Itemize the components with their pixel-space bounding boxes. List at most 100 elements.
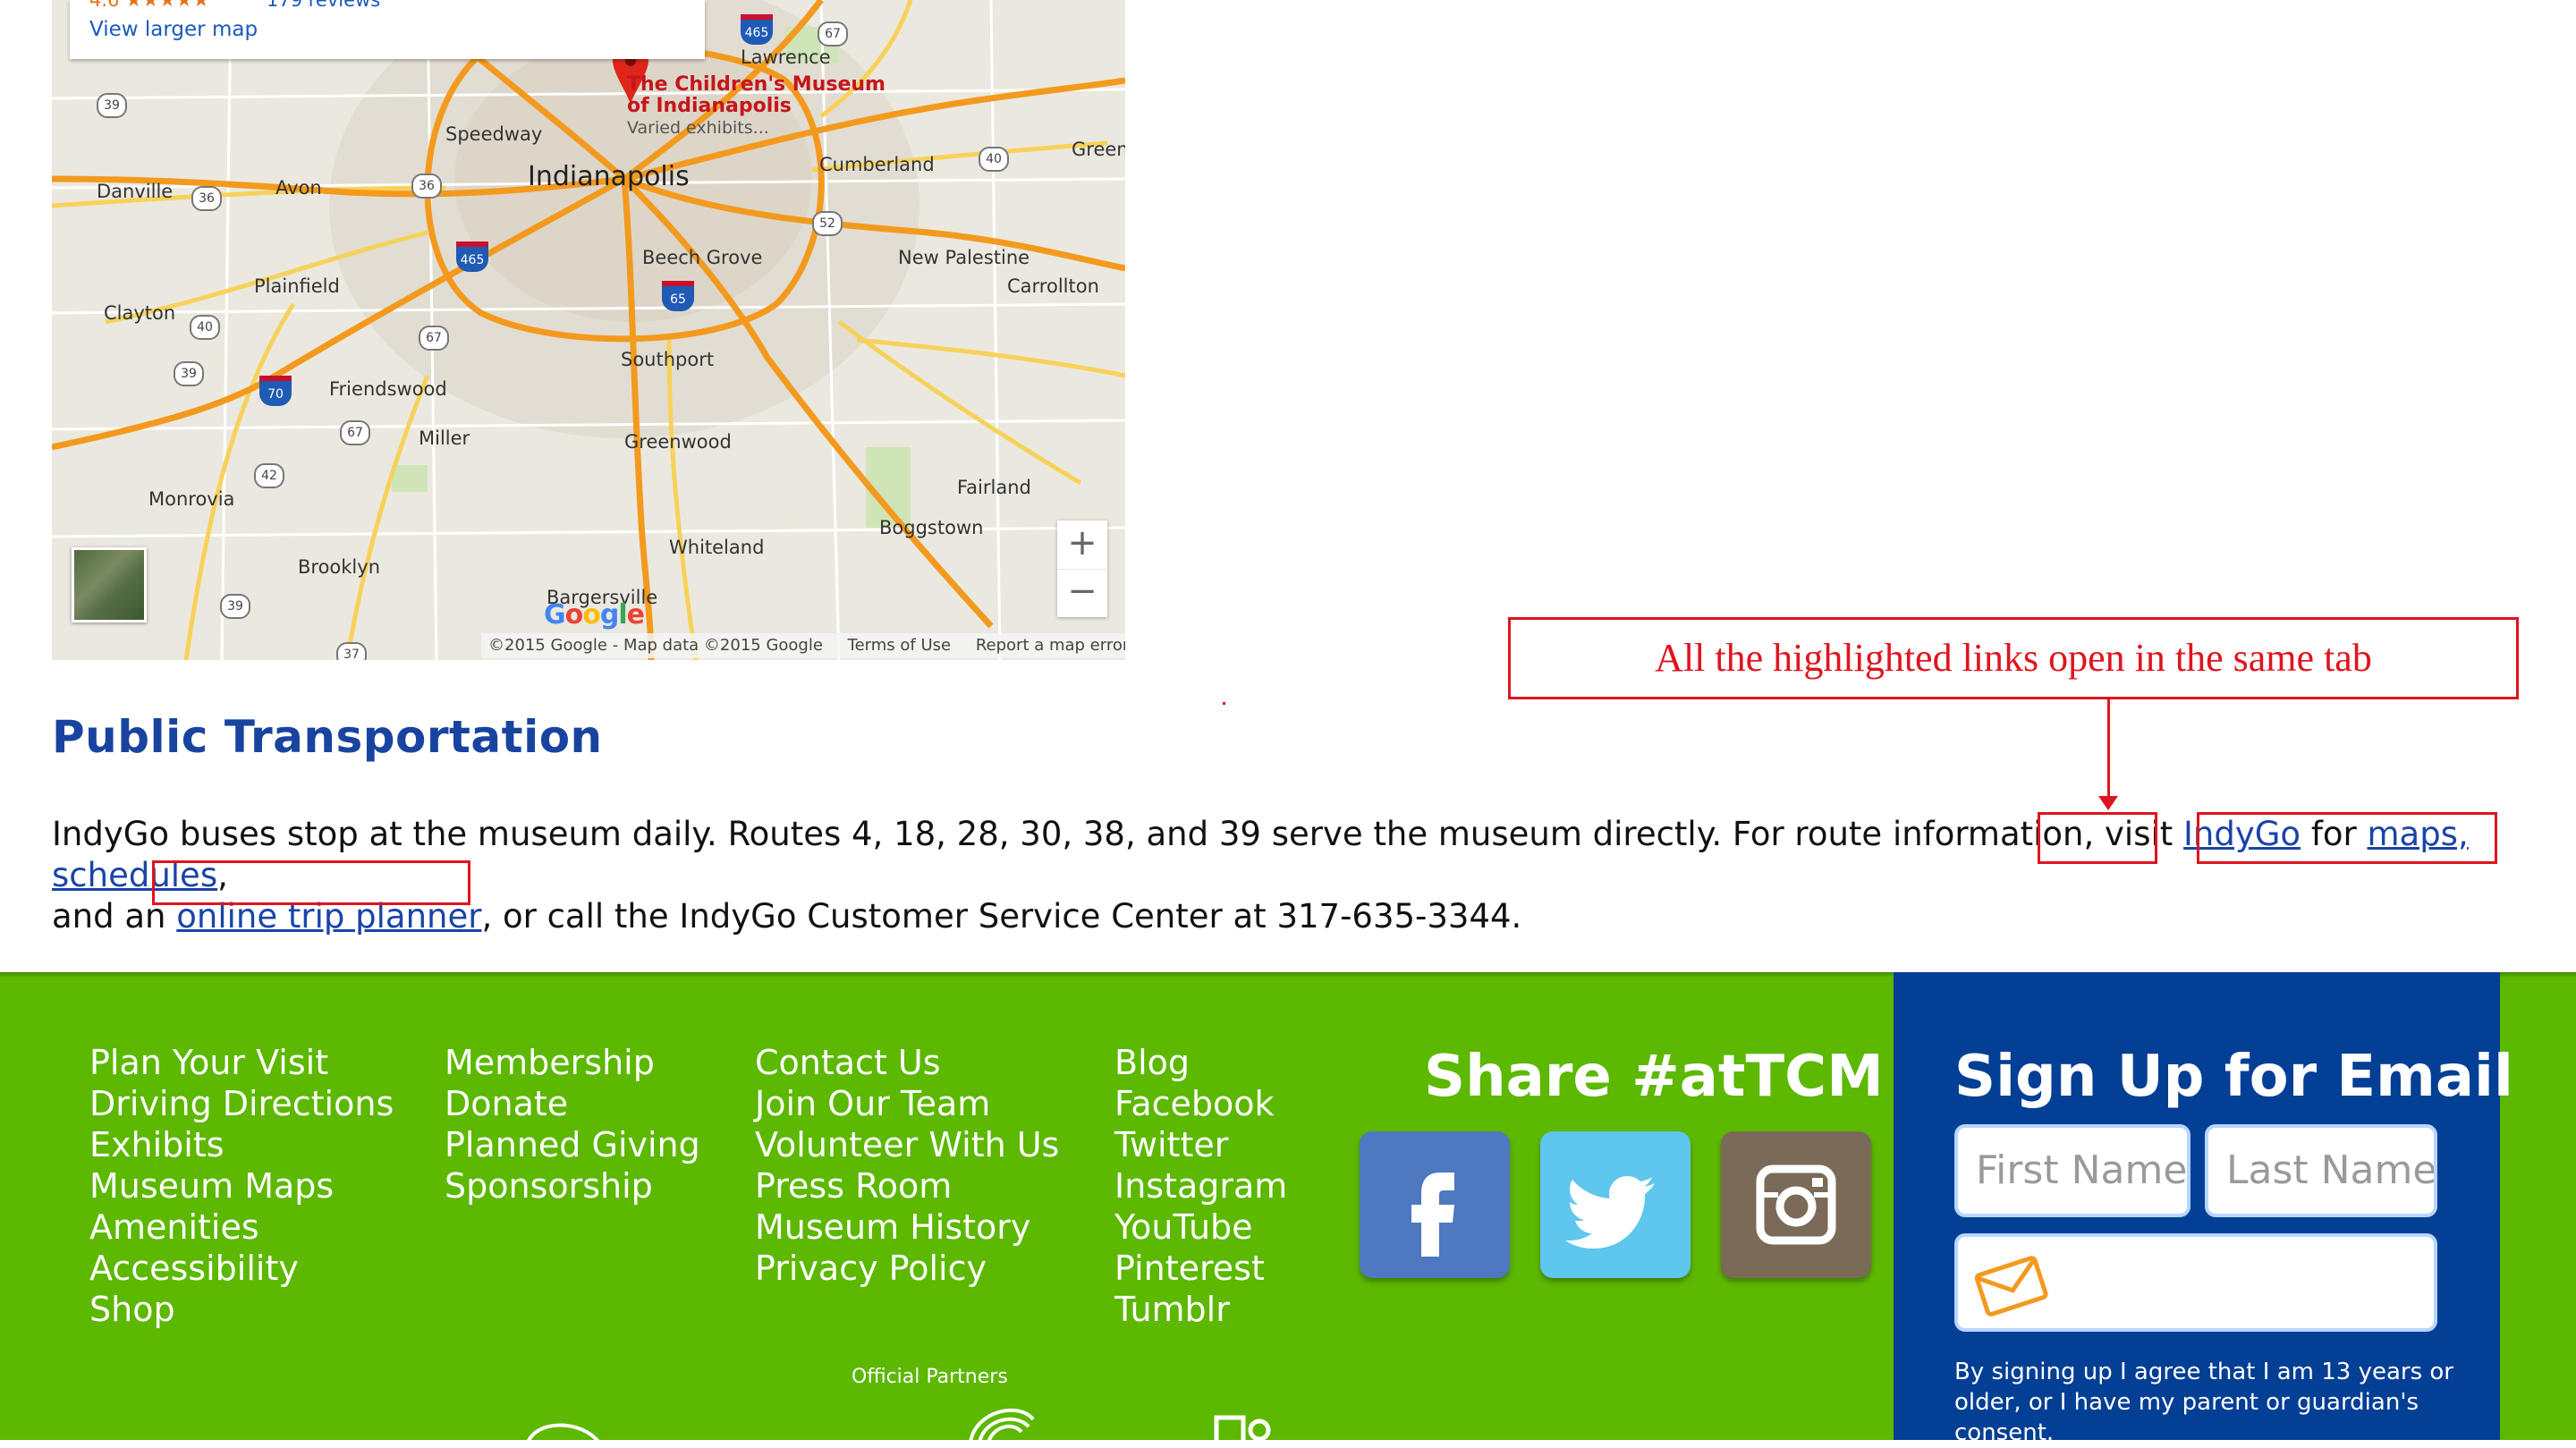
footer-link[interactable]: Privacy Policy xyxy=(755,1248,1059,1289)
paragraph-text: and an xyxy=(52,897,177,936)
facebook-icon xyxy=(1411,1173,1454,1257)
envelope-icon xyxy=(1974,1256,2048,1317)
twitter-icon xyxy=(1565,1176,1655,1249)
google-logo: Google xyxy=(544,599,645,631)
footer-link[interactable]: Volunteer With Us xyxy=(755,1124,1059,1165)
satellite-view-toggle[interactable] xyxy=(72,547,147,622)
footer-link[interactable]: YouTube xyxy=(1114,1207,1287,1248)
footer-column-visit: Plan Your Visit Driving Directions Exhib… xyxy=(89,1042,394,1330)
pin-title-line-1: The Children's Museum xyxy=(627,73,886,96)
route-shield-40-b: 40 xyxy=(190,315,220,340)
map-label-carrollton: Carrollton xyxy=(1007,275,1099,297)
map-label-boggstown: Boggstown xyxy=(879,517,984,538)
footer-link[interactable]: Accessibility xyxy=(89,1248,394,1289)
map-label-new-palestine: New Palestine xyxy=(898,247,1030,268)
map-label-speedway: Speedway xyxy=(445,123,543,145)
place-rating: 4.6 ★★★★★ xyxy=(89,0,210,11)
footer-link[interactable]: Twitter xyxy=(1114,1124,1287,1165)
view-larger-map-link[interactable]: View larger map xyxy=(89,18,258,41)
map-place-card: 4.6 ★★★★★ 179 reviews View larger map xyxy=(70,0,705,59)
site-footer: Plan Your Visit Driving Directions Exhib… xyxy=(0,972,2576,1446)
embedded-google-map[interactable]: Lawrence Speedway Indianapolis Cumberlan… xyxy=(52,0,1125,660)
map-label-indianapolis: Indianapolis xyxy=(528,161,690,192)
route-shield-39: 39 xyxy=(97,93,127,118)
footer-link[interactable]: Contact Us xyxy=(755,1042,1059,1083)
zoom-in-button[interactable]: + xyxy=(1057,521,1107,570)
partner-logo xyxy=(526,1423,601,1443)
paragraph-text: for xyxy=(2301,815,2368,853)
footer-link[interactable]: Shop xyxy=(89,1289,394,1330)
route-shield-67-c: 67 xyxy=(340,420,370,445)
last-name-field[interactable]: Last Name xyxy=(2205,1124,2437,1217)
annotation-arrowhead xyxy=(2098,796,2118,810)
footer-link[interactable]: Museum Maps xyxy=(89,1165,394,1207)
partner-logo xyxy=(969,1408,1035,1443)
footer-link[interactable]: Join Our Team xyxy=(755,1083,1059,1124)
route-shield-67-b: 67 xyxy=(419,326,449,351)
paragraph-text: IndyGo buses stop at the museum daily. R… xyxy=(52,815,2184,853)
footer-link[interactable]: Blog xyxy=(1114,1042,1287,1083)
footer-link[interactable]: Museum History xyxy=(755,1207,1059,1248)
footer-link[interactable]: Driving Directions xyxy=(89,1083,394,1124)
footer-link[interactable]: Tumblr xyxy=(1114,1289,1287,1330)
map-copyright: ©2015 Google - Map data ©2015 Google xyxy=(488,636,823,655)
route-shield-67: 67 xyxy=(818,21,848,47)
pin-title-line-2: of Indianapolis xyxy=(627,95,792,117)
paragraph-text: , xyxy=(217,856,228,894)
footer-link[interactable]: Amenities xyxy=(89,1207,394,1248)
map-label-danville: Danville xyxy=(97,181,174,202)
footer-link[interactable]: Press Room xyxy=(755,1165,1059,1207)
paragraph-text: , or call the IndyGo Customer Service Ce… xyxy=(481,897,1522,936)
indygo-link[interactable]: IndyGo xyxy=(2183,815,2301,853)
map-label-friendswood: Friendswood xyxy=(329,378,447,400)
route-shield-52: 52 xyxy=(812,211,843,236)
share-heading: Share #atTCM xyxy=(1424,1044,1884,1110)
footer-link[interactable]: Instagram xyxy=(1114,1165,1287,1207)
footer-column-support: Membership Donate Planned Giving Sponsor… xyxy=(445,1042,700,1207)
map-pin-label[interactable]: The Children's Museum of Indianapolis Va… xyxy=(627,74,886,139)
route-shield-42: 42 xyxy=(254,463,284,488)
place-reviews-link[interactable]: 179 reviews xyxy=(267,0,380,11)
map-label-cumberland: Cumberland xyxy=(819,154,935,175)
map-attribution-bar: ©2015 Google - Map data ©2015 Google Ter… xyxy=(481,633,1125,658)
footer-link[interactable]: Exhibits xyxy=(89,1124,394,1165)
online-trip-planner-link[interactable]: online trip planner xyxy=(176,897,481,936)
first-name-field[interactable]: First Name xyxy=(1954,1124,2190,1217)
public-transportation-paragraph: IndyGo buses stop at the museum daily. R… xyxy=(52,814,2538,937)
route-shield-39-c: 39 xyxy=(220,594,250,619)
email-signup-panel: Sign Up for Email First Name Last Name B… xyxy=(1894,972,2513,1446)
twitter-button[interactable] xyxy=(1540,1131,1690,1278)
footer-column-about: Contact Us Join Our Team Volunteer With … xyxy=(755,1042,1059,1289)
footer-link[interactable]: Facebook xyxy=(1114,1083,1287,1124)
zoom-out-button[interactable]: − xyxy=(1057,569,1107,617)
pin-subtitle: Varied exhibits... xyxy=(627,118,769,138)
route-shield-36-b: 36 xyxy=(411,174,442,199)
instagram-icon xyxy=(1756,1164,1836,1245)
email-signup-heading: Sign Up for Email xyxy=(1954,1044,2513,1110)
official-partners-label: Official Partners xyxy=(852,1366,1008,1388)
route-shield-40: 40 xyxy=(979,147,1009,172)
footer-link[interactable]: Planned Giving xyxy=(445,1124,700,1165)
footer-link[interactable]: Plan Your Visit xyxy=(89,1042,394,1083)
email-field[interactable] xyxy=(1954,1233,2437,1332)
map-label-green: Green xyxy=(1072,139,1125,160)
route-shield-37: 37 xyxy=(336,642,367,660)
map-label-fairland: Fairland xyxy=(957,477,1031,498)
footer-link[interactable]: Membership xyxy=(445,1042,700,1083)
footer-link[interactable]: Sponsorship xyxy=(445,1165,700,1207)
footer-link[interactable]: Pinterest xyxy=(1114,1248,1287,1289)
map-label-clayton: Clayton xyxy=(104,302,176,324)
route-shield-36: 36 xyxy=(191,186,222,211)
route-shield-39-b: 39 xyxy=(174,361,204,386)
map-label-lawrence: Lawrence xyxy=(741,47,831,68)
map-label-plainfield: Plainfield xyxy=(254,275,340,297)
map-report-error-link[interactable]: Report a map error xyxy=(976,636,1125,655)
facebook-button[interactable] xyxy=(1360,1131,1510,1278)
route-shield-65: 65 xyxy=(662,281,694,311)
map-label-monrovia: Monrovia xyxy=(148,488,235,510)
map-terms-link[interactable]: Terms of Use xyxy=(848,636,951,655)
footer-link[interactable]: Donate xyxy=(445,1083,700,1124)
instagram-button[interactable] xyxy=(1721,1131,1871,1278)
map-label-beech-grove: Beech Grove xyxy=(642,247,763,268)
partner-logo xyxy=(1214,1415,1271,1443)
